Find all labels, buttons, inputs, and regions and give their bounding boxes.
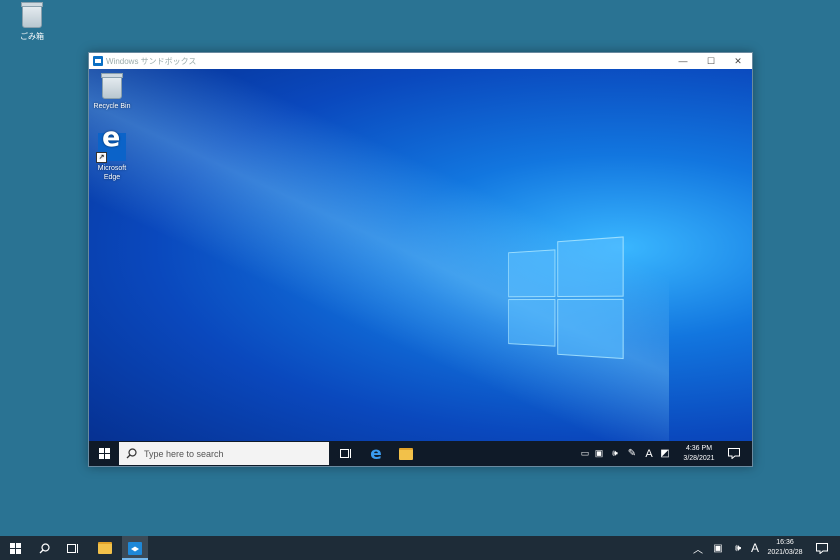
host-action-center-button[interactable] xyxy=(812,536,832,560)
host-taskbar-clock[interactable]: 16:36 2021/03/28 xyxy=(764,538,806,558)
volume-icon[interactable]: 🕪 xyxy=(607,441,623,466)
taskbar-file-explorer-button[interactable] xyxy=(394,441,418,466)
desktop-icon-recycle-bin[interactable]: Recycle Bin xyxy=(89,73,135,111)
show-hidden-icons-chevron-icon[interactable]: ︿ xyxy=(690,536,706,560)
host-recycle-bin-label: ごみ箱 xyxy=(20,32,44,41)
host-file-explorer-button[interactable] xyxy=(93,536,117,560)
sandbox-icon xyxy=(128,541,142,555)
sandbox-desktop[interactable]: Recycle Bin e ↗ Microsoft Edge Type here… xyxy=(89,69,752,466)
close-button[interactable]: ✕ xyxy=(724,53,752,69)
search-icon xyxy=(126,448,137,459)
recycle-bin-icon xyxy=(21,2,43,28)
title-bar[interactable]: Windows サンドボックス — ☐ ✕ xyxy=(89,53,752,69)
task-view-icon xyxy=(67,543,78,553)
maximize-button[interactable]: ☐ xyxy=(697,53,725,69)
minimize-button[interactable]: — xyxy=(669,53,697,69)
notification-icon xyxy=(728,448,740,459)
host-start-button[interactable] xyxy=(4,536,26,560)
clock-date: 2021/03/28 xyxy=(767,549,803,556)
network-icon[interactable]: ▣ xyxy=(592,441,606,466)
sandbox-app-icon xyxy=(93,56,103,66)
clock-time: 16:36 xyxy=(776,539,794,546)
clock-time: 4:36 PM xyxy=(685,445,713,452)
search-input[interactable]: Type here to search xyxy=(119,442,329,465)
battery-tray-icon[interactable]: ▭ xyxy=(578,441,592,466)
shortcut-arrow-icon: ↗ xyxy=(96,152,107,163)
desktop-icon-edge[interactable]: e ↗ Microsoft Edge xyxy=(89,124,135,182)
pen-workspace-icon[interactable]: ✎ xyxy=(625,441,639,466)
desktop-icon-label: Recycle Bin xyxy=(93,103,131,110)
sandbox-window: Windows サンドボックス — ☐ ✕ Recycle Bin e ↗ Mi… xyxy=(88,52,753,467)
search-icon xyxy=(39,542,50,553)
task-view-icon xyxy=(340,449,351,458)
clock-date: 3/28/2021 xyxy=(683,455,715,462)
folder-icon xyxy=(399,447,413,460)
task-view-button[interactable] xyxy=(335,441,357,466)
network-icon[interactable]: ▣ xyxy=(710,536,726,560)
edge-icon: e ↗ xyxy=(96,124,126,163)
host-task-view-button[interactable] xyxy=(62,536,84,560)
taskbar-clock[interactable]: 4:36 PM 3/28/2021 xyxy=(677,444,721,464)
windows-start-icon xyxy=(98,448,110,459)
recycle-bin-icon xyxy=(101,73,123,99)
host-recycle-bin[interactable]: ごみ箱 xyxy=(14,2,50,42)
ime-indicator[interactable]: A xyxy=(642,441,656,466)
ime-mode-icon[interactable]: ◩ xyxy=(658,441,672,466)
host-search-button[interactable] xyxy=(33,536,55,560)
folder-icon xyxy=(98,542,112,554)
host-ime-indicator[interactable]: A xyxy=(748,536,762,560)
volume-icon[interactable]: 🕪 xyxy=(730,536,746,560)
host-sandbox-button[interactable] xyxy=(122,536,148,560)
edge-icon: e xyxy=(370,443,382,464)
desktop-icon-label: Microsoft Edge xyxy=(97,165,127,181)
sandbox-taskbar: Type here to search e ▭ ▣ 🕪 ✎ A ◩ 4:36 P… xyxy=(89,441,752,466)
start-button[interactable] xyxy=(93,441,115,466)
search-placeholder: Type here to search xyxy=(144,448,224,459)
windows-start-icon xyxy=(9,542,21,554)
action-center-button[interactable] xyxy=(723,441,745,466)
host-taskbar: ︿ ▣ 🕪 A 16:36 2021/03/28 xyxy=(0,536,840,560)
notification-icon xyxy=(816,542,828,554)
windows-logo-wallpaper xyxy=(508,236,624,366)
taskbar-edge-button[interactable]: e xyxy=(364,441,388,466)
window-title: Windows サンドボックス xyxy=(106,57,197,66)
